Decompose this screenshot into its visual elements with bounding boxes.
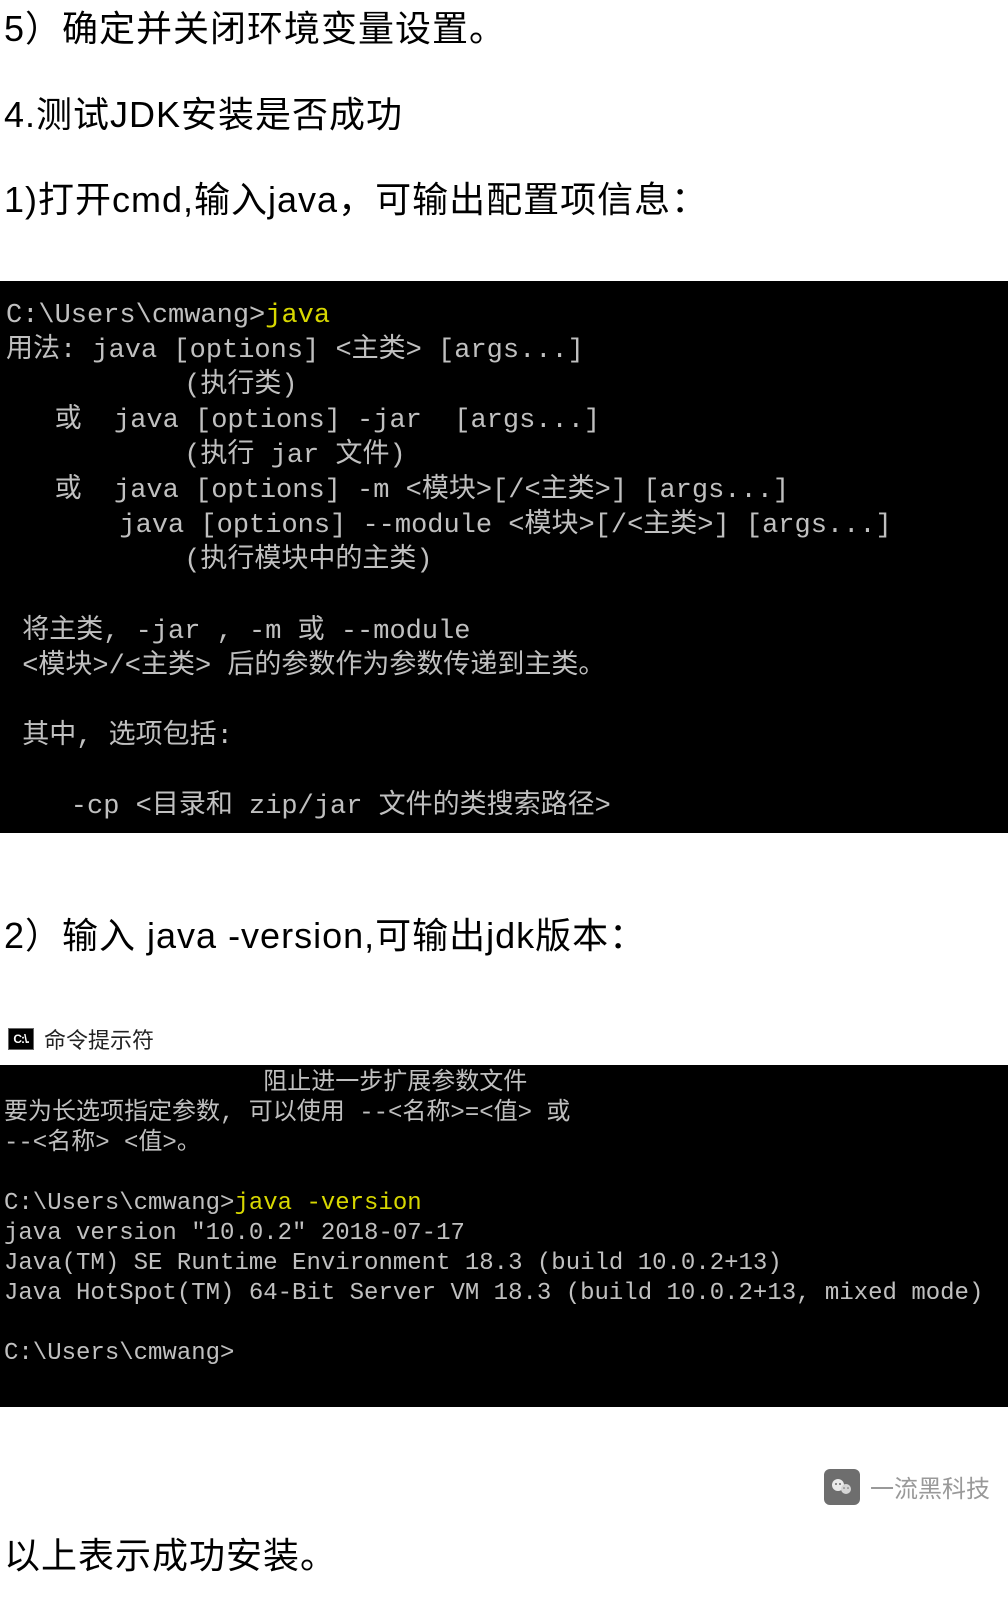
cmd-icon: C:\.: [8, 1028, 34, 1050]
terminal-java-usage: C:\Users\cmwang>java 用法: java [options] …: [0, 281, 1008, 833]
cmd-window-titlebar: C:\. 命令提示符: [0, 1017, 1008, 1065]
paragraph-conclusion: 以上表示成功安装。: [0, 1527, 1008, 1585]
paragraph-step5: 5）确定并关闭环境变量设置。: [0, 0, 1008, 58]
wechat-icon: [824, 1469, 860, 1505]
heading-section4: 4.测试JDK安装是否成功: [0, 86, 1008, 144]
terminal-java-version: 阻止进一步扩展参数文件 要为长选项指定参数, 可以使用 --<名称>=<值> 或…: [0, 1065, 1008, 1407]
paragraph-step4-1: 1)打开cmd,输入java，可输出配置项信息：: [0, 171, 1008, 229]
watermark-text: 一流黑科技: [870, 1469, 990, 1504]
cmd-window-title: 命令提示符: [44, 1023, 154, 1055]
paragraph-step4-2: 2）输入 java -version,可输出jdk版本：: [0, 907, 1008, 965]
